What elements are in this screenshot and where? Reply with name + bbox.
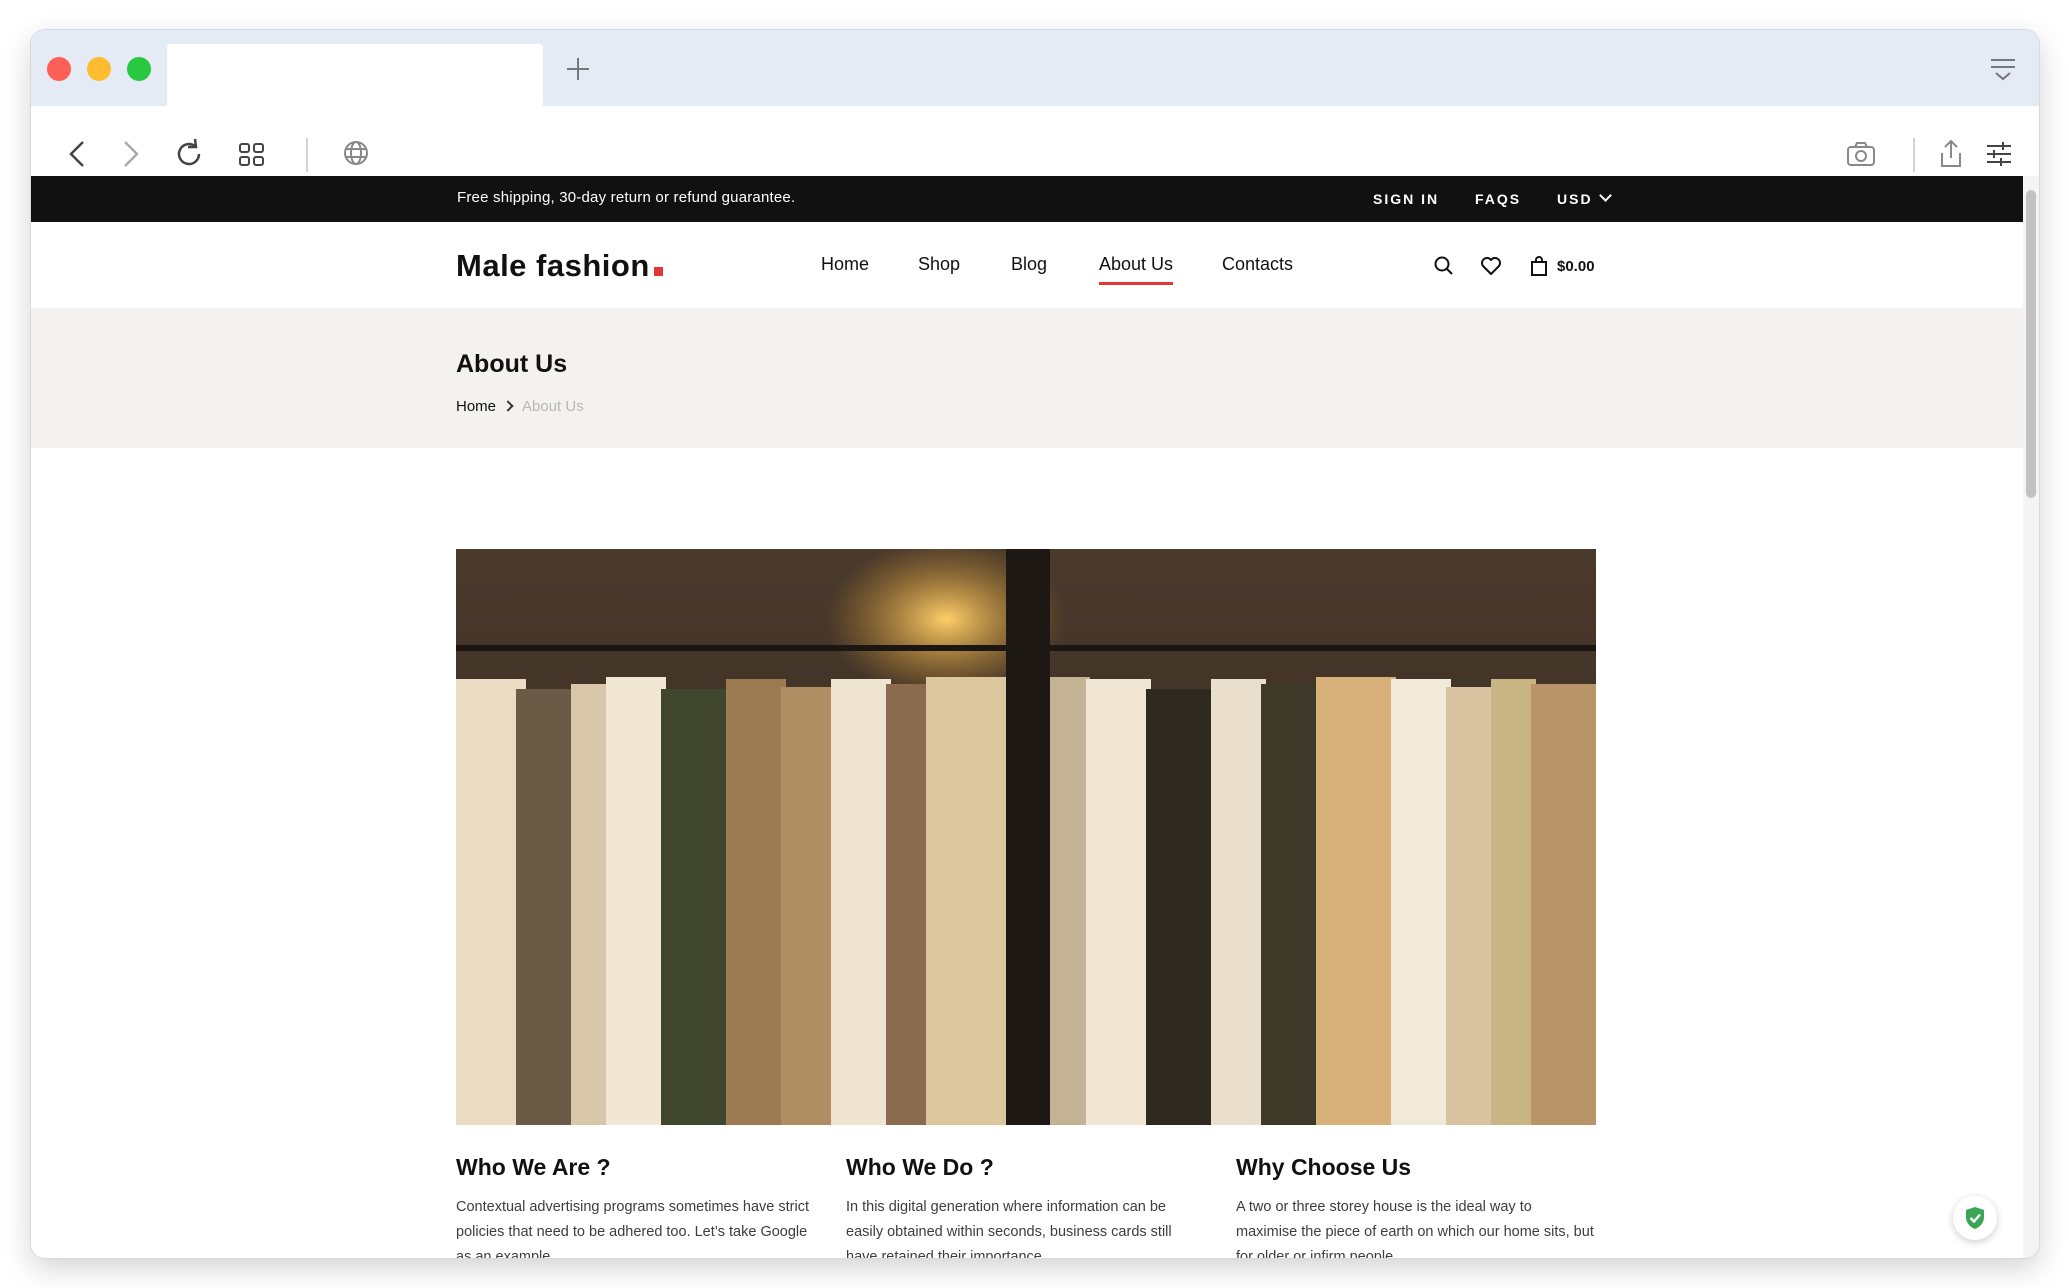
forward-icon[interactable] bbox=[111, 136, 147, 172]
about-column: Who We Do ? In this digital generation w… bbox=[846, 1154, 1206, 1258]
maximize-window-button[interactable] bbox=[127, 57, 151, 81]
page-title: About Us bbox=[456, 350, 568, 378]
cart-total[interactable]: $0.00 bbox=[1557, 258, 1595, 275]
browser-window: Free shipping, 30-day return or refund g… bbox=[31, 30, 2039, 1258]
heart-icon[interactable] bbox=[1479, 254, 1503, 278]
back-icon[interactable] bbox=[61, 136, 97, 172]
shield-check-icon bbox=[1966, 1207, 1984, 1229]
faqs-link[interactable]: FAQS bbox=[1475, 191, 1521, 207]
scrollbar-thumb[interactable] bbox=[2026, 190, 2036, 498]
about-column: Who We Are ? Contextual advertising prog… bbox=[456, 1154, 816, 1258]
currency-select[interactable]: USD bbox=[1557, 189, 1612, 207]
section-text: Contextual advertising programs sometime… bbox=[456, 1199, 809, 1258]
section-title: Who We Are ? bbox=[456, 1154, 611, 1180]
currency-value: USD bbox=[1557, 191, 1593, 207]
tab-list-icon[interactable] bbox=[1987, 56, 2019, 84]
logo-dot bbox=[653, 267, 663, 276]
chevron-right-icon bbox=[502, 400, 514, 412]
toolbar-divider bbox=[1913, 138, 1915, 172]
breadcrumb-current: About Us bbox=[522, 398, 584, 415]
sign-in-link[interactable]: SIGN IN bbox=[1373, 191, 1439, 207]
announcement-bar: Free shipping, 30-day return or refund g… bbox=[31, 176, 2023, 222]
about-column: Why Choose Us A two or three storey hous… bbox=[1236, 1154, 1596, 1258]
shipping-notice: Free shipping, 30-day return or refund g… bbox=[457, 189, 796, 206]
close-window-button[interactable] bbox=[47, 57, 71, 81]
nav-contacts[interactable]: Contacts bbox=[1222, 254, 1293, 275]
plus-icon[interactable] bbox=[561, 52, 595, 86]
globe-icon[interactable] bbox=[338, 136, 374, 172]
nav-blog[interactable]: Blog bbox=[1011, 254, 1047, 275]
toolbar-divider bbox=[306, 138, 308, 172]
share-icon[interactable] bbox=[1933, 136, 1969, 172]
shopping-bag-icon[interactable] bbox=[1527, 254, 1551, 278]
settings-sliders-icon[interactable] bbox=[1981, 136, 2017, 172]
site-header: Male fashion Home Shop Blog About Us Con… bbox=[31, 222, 2023, 308]
tabs-grid-icon[interactable] bbox=[234, 136, 270, 172]
page-viewport: Free shipping, 30-day return or refund g… bbox=[31, 176, 2023, 1258]
section-title: Who We Do ? bbox=[846, 1154, 994, 1180]
active-tab[interactable] bbox=[167, 44, 543, 106]
topbar-links: SIGN IN FAQS USD bbox=[1373, 189, 1640, 207]
section-text: In this digital generation where informa… bbox=[846, 1199, 1172, 1258]
nav-shop[interactable]: Shop bbox=[918, 254, 960, 275]
nav-home[interactable]: Home bbox=[821, 254, 869, 275]
section-text: A two or three storey house is the ideal… bbox=[1236, 1199, 1594, 1258]
nav-about-us[interactable]: About Us bbox=[1099, 254, 1174, 285]
section-title: Why Choose Us bbox=[1236, 1154, 1412, 1180]
search-icon[interactable] bbox=[1432, 254, 1456, 278]
camera-icon[interactable] bbox=[1843, 136, 1879, 172]
breadcrumb-section: About Us Home About Us bbox=[31, 308, 2023, 448]
hero-image bbox=[456, 549, 1596, 1125]
breadcrumb-home[interactable]: Home bbox=[456, 398, 496, 415]
site-logo[interactable]: Male fashion bbox=[456, 248, 663, 284]
minimize-window-button[interactable] bbox=[87, 57, 111, 81]
reload-icon[interactable] bbox=[171, 136, 207, 172]
tab-bar bbox=[31, 30, 2039, 106]
breadcrumb: Home About Us bbox=[456, 398, 584, 415]
logo-text: Male fashion bbox=[456, 248, 650, 283]
chevron-down-icon bbox=[1598, 189, 1612, 202]
security-badge[interactable] bbox=[1953, 1196, 1997, 1240]
